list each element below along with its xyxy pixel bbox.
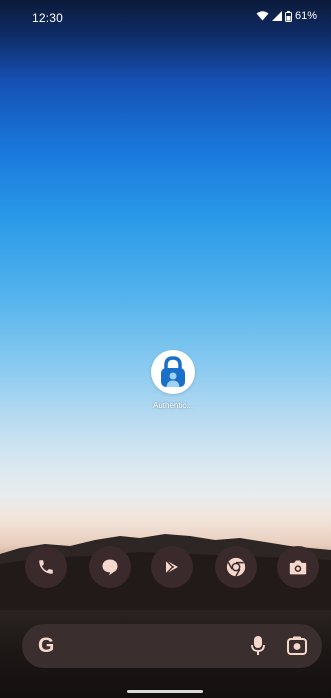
wifi-icon <box>256 11 269 21</box>
phone-icon <box>39 560 53 574</box>
google-search-bar[interactable]: G <box>22 624 322 668</box>
dock-chrome-button[interactable] <box>215 546 257 588</box>
battery-percent: 61% <box>294 10 317 22</box>
chrome-icon <box>226 557 246 577</box>
status-time: 12:30 <box>32 11 64 25</box>
authenticator-app-icon[interactable] <box>151 350 195 394</box>
lens-icon[interactable] <box>286 635 308 657</box>
messages-icon <box>102 559 118 576</box>
status-bar: 12:30 61% <box>0 0 331 36</box>
authenticator-lock-icon <box>161 356 185 387</box>
battery-icon <box>284 10 292 22</box>
dock-phone-button[interactable] <box>25 546 67 588</box>
dock-messages-button[interactable] <box>89 546 131 588</box>
home-screen: 12:30 61% Authentic... G <box>0 0 331 698</box>
camera-icon <box>289 560 307 575</box>
google-logo: G <box>38 634 55 657</box>
play-store-icon <box>165 559 178 575</box>
mic-icon[interactable] <box>250 635 266 657</box>
gesture-nav-handle[interactable] <box>127 690 203 693</box>
status-icons: 61% <box>256 10 317 22</box>
dock-camera-button[interactable] <box>277 546 319 588</box>
dock-play-store-button[interactable] <box>151 546 193 588</box>
authenticator-app-label[interactable]: Authentic... <box>133 401 213 410</box>
cell-signal-icon <box>271 11 282 21</box>
